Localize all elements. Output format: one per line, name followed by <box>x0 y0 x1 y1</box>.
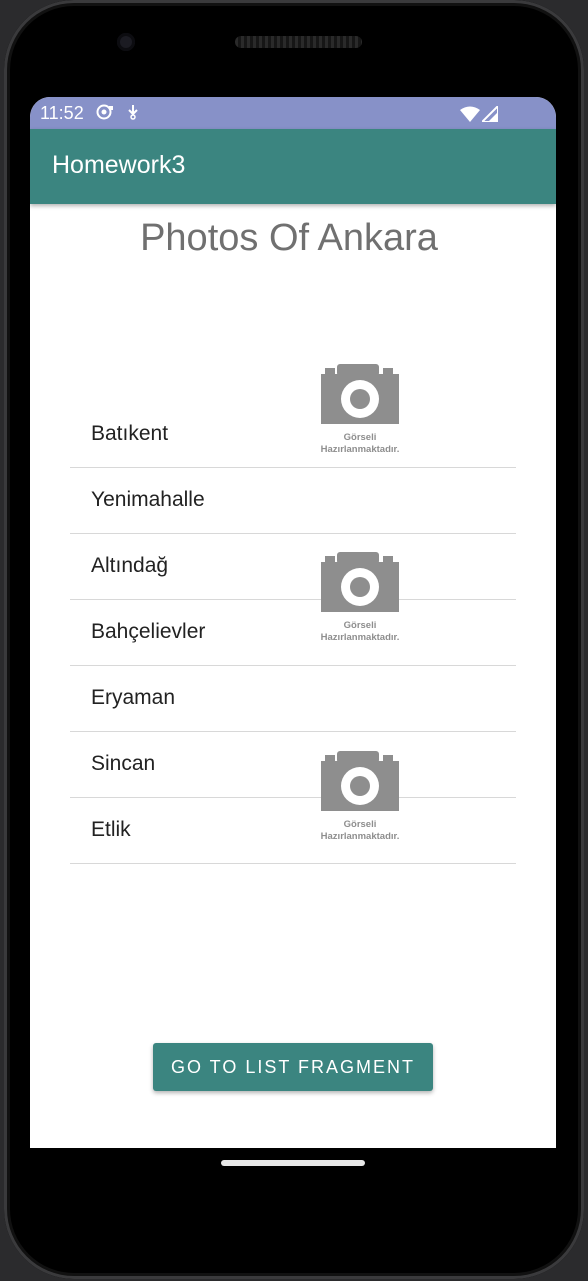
list-item-label: Batıkent <box>91 422 169 445</box>
app-bar: Homework3 <box>30 129 556 204</box>
list-item-etlik[interactable]: Etlik <box>70 798 516 864</box>
list-item-yenimahalle[interactable]: Yenimahalle <box>70 468 516 534</box>
screen: 11:52 Homework3 Photos Of Ankara Batıken… <box>30 97 556 1148</box>
placeholder-caption-line1: Görseli <box>343 432 377 443</box>
district-list: Batıkent Yenimahalle Altındağ Bahçelievl… <box>70 402 516 864</box>
list-item-label: Sincan <box>91 752 156 775</box>
list-item-batikent[interactable]: Batıkent <box>70 402 516 468</box>
placeholder-caption-line2: Hazırlanmaktadır. <box>320 831 400 842</box>
list-item-label: Etlik <box>91 818 131 841</box>
camera-icon <box>321 364 399 424</box>
page-title: Photos Of Ankara <box>140 217 438 259</box>
home-indicator[interactable] <box>221 1160 365 1166</box>
status-bar: 11:52 <box>30 97 556 129</box>
photo-placeholder: Görseli Hazırlanmaktadır. <box>305 550 415 644</box>
cell-signal-icon <box>479 103 499 127</box>
list-item-label: Altındağ <box>91 554 169 577</box>
list-item-bahcelievler[interactable]: Bahçelievler <box>70 600 516 666</box>
list-item-altindag[interactable]: Altındağ <box>70 534 516 600</box>
placeholder-caption-line2: Hazırlanmaktadır. <box>320 444 400 455</box>
photo-placeholder: Görseli Hazırlanmaktadır. <box>305 749 415 843</box>
app-title: Homework3 <box>52 151 186 179</box>
download-notification-icon <box>127 104 139 123</box>
placeholder-caption-line1: Görseli <box>343 819 377 830</box>
camera-icon <box>321 751 399 811</box>
go-to-list-fragment-button[interactable]: GO TO LIST FRAGMENT <box>153 1043 433 1091</box>
wifi-icon <box>460 106 480 127</box>
photo-placeholder: Görseli Hazırlanmaktadır. <box>305 362 415 456</box>
status-time: 11:52 <box>40 103 84 123</box>
list-item-label: Eryaman <box>91 686 176 709</box>
front-camera <box>117 33 135 51</box>
earpiece-speaker <box>235 36 362 48</box>
sync-notification-icon <box>96 104 114 125</box>
list-item-label: Bahçelievler <box>91 620 206 643</box>
placeholder-caption-line1: Görseli <box>343 620 377 631</box>
camera-icon <box>321 552 399 612</box>
list-item-sincan[interactable]: Sincan <box>70 732 516 798</box>
placeholder-caption-line2: Hazırlanmaktadır. <box>320 632 400 643</box>
list-item-label: Yenimahalle <box>91 488 205 511</box>
list-item-eryaman[interactable]: Eryaman <box>70 666 516 732</box>
